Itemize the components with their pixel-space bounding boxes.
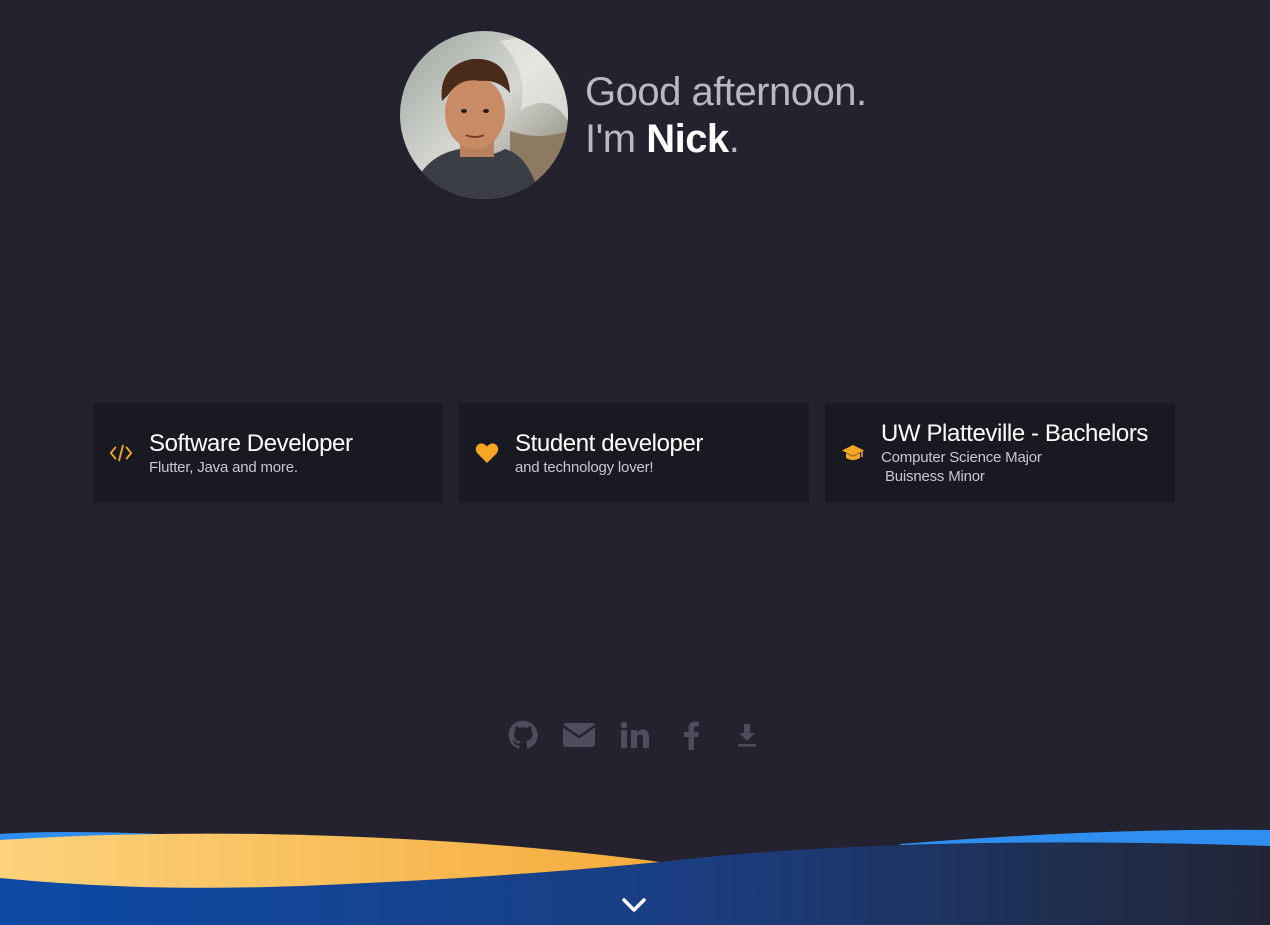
- card-subtitle-line2: Buisness Minor: [881, 468, 985, 485]
- scroll-down-chevron-icon[interactable]: [620, 893, 648, 917]
- card-education: UW Platteville - Bachelors Computer Scie…: [825, 403, 1175, 503]
- graduation-cap-icon: [841, 441, 865, 465]
- name-suffix: .: [728, 117, 740, 161]
- card-title: UW Platteville - Bachelors: [881, 420, 1149, 447]
- card-subtitle-line1: Computer Science Major: [881, 449, 1042, 466]
- profile-avatar: [400, 31, 568, 199]
- download-icon[interactable]: [730, 716, 764, 754]
- portfolio-page: Good afternoon. I'm Nick. Software Devel…: [0, 0, 1270, 925]
- intro-line: I'm Nick.: [585, 116, 867, 163]
- card-title: Student developer: [515, 429, 704, 457]
- hero-greeting: Good afternoon. I'm Nick.: [585, 69, 867, 163]
- email-icon[interactable]: [562, 716, 596, 754]
- facebook-icon[interactable]: [674, 716, 708, 754]
- code-icon: [109, 441, 133, 465]
- greeting-line: Good afternoon.: [585, 70, 867, 114]
- intro-prefix: I'm: [585, 117, 647, 161]
- card-student-developer: Student developer and technology lover!: [459, 403, 809, 503]
- card-subtitle: and technology lover!: [515, 458, 654, 476]
- card-software-developer: Software Developer Flutter, Java and mor…: [93, 403, 443, 503]
- card-title: Software Developer: [149, 429, 353, 457]
- github-icon[interactable]: [506, 716, 540, 754]
- hero-name: Nick: [646, 117, 729, 161]
- card-subtitle: Flutter, Java and more.: [149, 458, 298, 476]
- linkedin-icon[interactable]: [618, 716, 652, 754]
- social-links: [500, 716, 770, 756]
- heart-icon: [475, 441, 499, 465]
